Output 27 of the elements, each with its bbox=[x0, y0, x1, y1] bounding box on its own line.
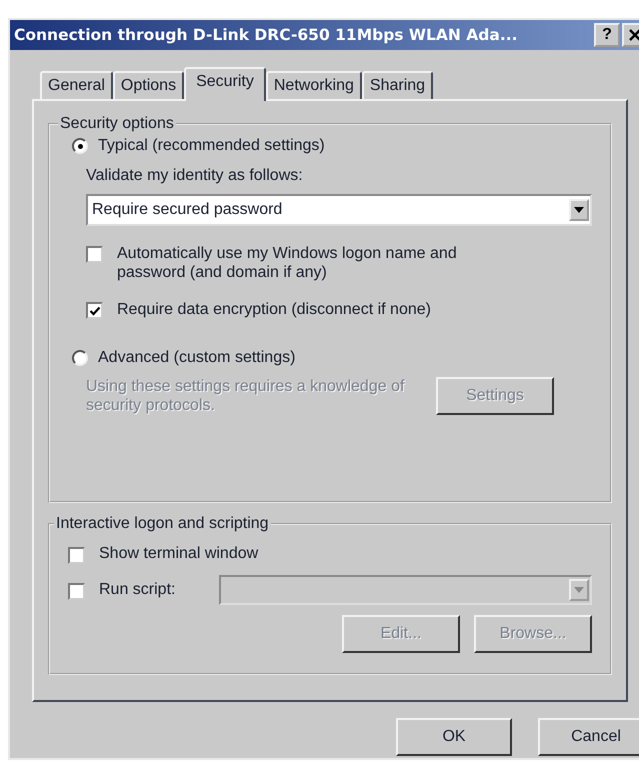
tab[interactable]: Sharing bbox=[362, 71, 434, 99]
checkbox-label: Automatically use my Windows logon name and password (and domain if any) bbox=[117, 244, 458, 282]
radio-label: Typical (recommended settings) bbox=[98, 137, 325, 155]
window-title: Connection through D-Link DRC-650 11Mbps WLAN Ada... bbox=[14, 26, 518, 44]
checkbox[interactable] bbox=[86, 302, 103, 319]
tab[interactable]: Security bbox=[184, 67, 266, 101]
validate-dropdown[interactable]: Require secured password bbox=[86, 194, 592, 226]
checkbox[interactable] bbox=[86, 246, 103, 263]
checkbox-label: Require data encryption (disconnect if none) bbox=[117, 300, 431, 319]
group-legend: Interactive logon and scripting bbox=[54, 515, 271, 533]
checkbox[interactable] bbox=[68, 546, 85, 564]
checkbox[interactable] bbox=[68, 582, 85, 600]
radio-button[interactable] bbox=[72, 138, 88, 154]
tab[interactable]: Options bbox=[112, 71, 184, 99]
advanced-description: Using these settings requires a knowledge of security protocols. bbox=[86, 377, 406, 415]
tab[interactable]: General bbox=[40, 71, 113, 99]
dialog-button[interactable]: OK bbox=[396, 718, 512, 756]
dialog-button[interactable]: Cancel bbox=[538, 718, 639, 756]
radio-button[interactable] bbox=[72, 350, 88, 366]
group-legend: Security options bbox=[58, 115, 176, 133]
radio-label: Advanced (custom settings) bbox=[98, 349, 296, 367]
tab[interactable]: Networking bbox=[266, 71, 362, 99]
close-icon bbox=[628, 28, 639, 42]
help-button[interactable]: ? bbox=[594, 23, 620, 47]
checkbox-label: Run script: bbox=[99, 581, 176, 599]
field-label: Validate my identity as follows: bbox=[86, 167, 304, 185]
checkbox-label: Show terminal window bbox=[99, 545, 258, 563]
